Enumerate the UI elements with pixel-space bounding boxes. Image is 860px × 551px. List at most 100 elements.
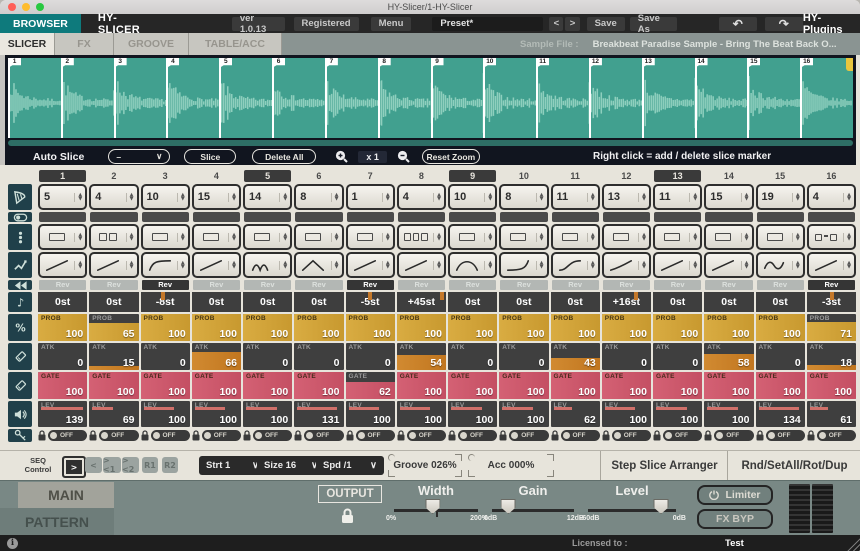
gate-slider[interactable]: GATE100 bbox=[243, 372, 292, 399]
prev-preset-button[interactable]: < bbox=[549, 17, 563, 31]
save-button[interactable]: Save bbox=[587, 17, 625, 31]
slice-marker-flag[interactable]: 5 bbox=[219, 58, 232, 68]
zoom-out-icon[interactable] bbox=[396, 149, 411, 164]
down-arrow-icon[interactable]: ▼ bbox=[540, 265, 544, 270]
pitch-cell[interactable]: 0st bbox=[294, 292, 343, 312]
down-arrow-icon[interactable]: ▼ bbox=[130, 265, 134, 270]
slice-marker[interactable] bbox=[166, 58, 168, 138]
down-arrow-icon[interactable]: ▼ bbox=[847, 197, 851, 202]
stepper-arrows[interactable]: ▲▼ bbox=[177, 233, 185, 242]
padlock-icon[interactable] bbox=[243, 430, 251, 441]
mute-toggle[interactable] bbox=[244, 212, 291, 222]
slice-marker-flag[interactable]: 15 bbox=[747, 58, 760, 68]
down-arrow-icon[interactable]: ▼ bbox=[745, 237, 749, 242]
pitch-cell[interactable]: 0st bbox=[89, 292, 138, 312]
probability-slider[interactable]: PROB100 bbox=[346, 314, 395, 341]
step-off-toggle[interactable]: OFF bbox=[561, 430, 600, 441]
gate-slider[interactable]: GATE100 bbox=[38, 372, 87, 399]
reverse-toggle[interactable]: Rev bbox=[449, 280, 496, 290]
slider-track[interactable] bbox=[588, 509, 676, 512]
slice-marker-flag[interactable]: 2 bbox=[61, 58, 74, 68]
attack-slider[interactable]: ATK0 bbox=[38, 343, 87, 370]
attack-slider[interactable]: ATK0 bbox=[448, 343, 497, 370]
slice-marker-flag[interactable]: 10 bbox=[483, 58, 496, 68]
probability-slider[interactable]: PROB65 bbox=[89, 314, 138, 341]
stepper-arrows[interactable]: ▲▼ bbox=[126, 233, 134, 242]
padlock-icon[interactable] bbox=[551, 430, 559, 441]
gate-slider[interactable]: GATE100 bbox=[704, 372, 753, 399]
slice-select-stepper[interactable]: 13▲▼ bbox=[602, 184, 651, 210]
pitch-cell[interactable]: 0st bbox=[653, 292, 702, 312]
down-arrow-icon[interactable]: ▼ bbox=[642, 237, 646, 242]
reverse-toggle[interactable]: Rev bbox=[654, 280, 701, 290]
level-slider[interactable]: LEV100 bbox=[346, 401, 395, 427]
fx-bypass-button[interactable]: FX BYP bbox=[697, 509, 773, 529]
down-arrow-icon[interactable]: ▼ bbox=[130, 197, 134, 202]
stepper-arrows[interactable]: ▲▼ bbox=[638, 261, 646, 270]
step-off-toggle[interactable]: OFF bbox=[714, 430, 753, 441]
level-slider[interactable]: LEV100 bbox=[192, 401, 241, 427]
down-arrow-icon[interactable]: ▼ bbox=[642, 197, 646, 202]
down-arrow-icon[interactable]: ▼ bbox=[591, 265, 595, 270]
down-arrow-icon[interactable]: ▼ bbox=[232, 197, 236, 202]
pitch-cell[interactable]: 0st bbox=[551, 292, 600, 312]
stepper-arrows[interactable]: ▲▼ bbox=[177, 193, 185, 202]
down-arrow-icon[interactable]: ▼ bbox=[335, 237, 339, 242]
attack-slider[interactable]: ATK43 bbox=[551, 343, 600, 370]
step-off-toggle[interactable]: OFF bbox=[356, 430, 395, 441]
slice-marker[interactable] bbox=[747, 58, 749, 138]
stepper-arrows[interactable]: ▲▼ bbox=[689, 193, 697, 202]
curve-stepper[interactable]: ▲▼ bbox=[89, 252, 138, 278]
gate-slider[interactable]: GATE100 bbox=[294, 372, 343, 399]
attack-slider[interactable]: ATK0 bbox=[294, 343, 343, 370]
level-slider[interactable]: LEV69 bbox=[89, 401, 138, 427]
slice-marker-flag[interactable]: 1 bbox=[8, 58, 21, 68]
slice-select-stepper[interactable]: 15▲▼ bbox=[704, 184, 753, 210]
slice-marker-flag[interactable]: 8 bbox=[378, 58, 391, 68]
down-arrow-icon[interactable]: ▼ bbox=[488, 237, 492, 242]
reverse-toggle[interactable]: Rev bbox=[808, 280, 855, 290]
padlock-icon[interactable] bbox=[346, 430, 354, 441]
step-off-toggle[interactable]: OFF bbox=[304, 430, 343, 441]
divide-stepper[interactable]: ▲▼ bbox=[756, 224, 805, 250]
gate-slider[interactable]: GATE100 bbox=[499, 372, 548, 399]
level-slider[interactable]: LEV139 bbox=[38, 401, 87, 427]
mute-toggle[interactable] bbox=[398, 212, 445, 222]
reverse-toggle[interactable]: Rev bbox=[193, 280, 240, 290]
down-arrow-icon[interactable]: ▼ bbox=[181, 237, 185, 242]
down-arrow-icon[interactable]: ▼ bbox=[386, 265, 390, 270]
stepper-arrows[interactable]: ▲▼ bbox=[792, 261, 800, 270]
probability-slider[interactable]: PROB100 bbox=[448, 314, 497, 341]
probability-slider[interactable]: PROB100 bbox=[243, 314, 292, 341]
step-off-toggle[interactable]: OFF bbox=[48, 430, 87, 441]
stepper-arrows[interactable]: ▲▼ bbox=[792, 193, 800, 202]
attack-slider[interactable]: ATK18 bbox=[807, 343, 856, 370]
size-dropdown[interactable]: Size 16∨ bbox=[257, 456, 325, 475]
slice-marker[interactable] bbox=[378, 58, 380, 138]
down-arrow-icon[interactable]: ▼ bbox=[335, 265, 339, 270]
padlock-icon[interactable] bbox=[448, 430, 456, 441]
mute-toggle[interactable] bbox=[603, 212, 650, 222]
auto-slice-dropdown[interactable]: – ∨ bbox=[108, 149, 170, 164]
pitch-cell[interactable]: 0st bbox=[243, 292, 292, 312]
down-arrow-icon[interactable]: ▼ bbox=[181, 265, 185, 270]
seq-mode-button-2[interactable]: ><2 bbox=[122, 457, 139, 473]
divide-stepper[interactable]: ▲▼ bbox=[653, 224, 702, 250]
slice-marker[interactable] bbox=[800, 58, 802, 138]
slice-marker[interactable] bbox=[272, 58, 274, 138]
padlock-icon[interactable] bbox=[294, 430, 302, 441]
level-slider[interactable]: LEV100 bbox=[653, 401, 702, 427]
limiter-button[interactable]: Limiter bbox=[697, 485, 773, 505]
curve-stepper[interactable]: ▲▼ bbox=[397, 252, 446, 278]
divide-stepper[interactable]: ▲▼ bbox=[38, 224, 87, 250]
pitch-cell[interactable]: 0st bbox=[704, 292, 753, 312]
attack-slider[interactable]: ATK0 bbox=[346, 343, 395, 370]
attack-slider[interactable]: ATK15 bbox=[89, 343, 138, 370]
stepper-arrows[interactable]: ▲▼ bbox=[741, 261, 749, 270]
tab-pattern[interactable]: PATTERN bbox=[0, 508, 114, 535]
zoom-in-icon[interactable] bbox=[334, 149, 349, 164]
slice-marker[interactable] bbox=[431, 58, 433, 138]
down-arrow-icon[interactable]: ▼ bbox=[847, 265, 851, 270]
reverse-toggle[interactable]: Rev bbox=[347, 280, 394, 290]
probability-slider[interactable]: PROB100 bbox=[653, 314, 702, 341]
